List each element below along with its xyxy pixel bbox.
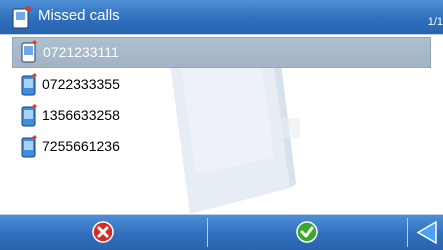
cancel-button[interactable] bbox=[0, 215, 207, 250]
phone-number: 0722333355 bbox=[42, 76, 120, 92]
list-item[interactable]: 1356633258 bbox=[12, 101, 431, 130]
title-bar: Missed calls 1/1 bbox=[0, 0, 443, 35]
missed-call-icon bbox=[21, 135, 37, 158]
phone-number: 0721233111 bbox=[43, 44, 119, 60]
phone-number: 7255661236 bbox=[42, 138, 120, 154]
missed-calls-screen: Missed calls 1/1 0721233111 0722333355 1… bbox=[0, 0, 443, 250]
missed-call-icon bbox=[21, 40, 37, 63]
checkmark-circle-icon bbox=[296, 221, 318, 243]
triangle-left-icon bbox=[416, 220, 437, 245]
bottom-toolbar bbox=[0, 214, 443, 250]
missed-call-icon bbox=[21, 73, 37, 96]
back-button[interactable] bbox=[408, 215, 443, 250]
x-circle-icon bbox=[92, 221, 114, 243]
phone-number: 1356633258 bbox=[42, 107, 120, 123]
missed-call-icon bbox=[21, 104, 37, 127]
list-item[interactable]: 7255661236 bbox=[12, 132, 431, 161]
page-indicator: 1/1 bbox=[427, 16, 443, 28]
ok-button[interactable] bbox=[208, 215, 407, 250]
missed-calls-list: 0721233111 0722333355 1356633258 7255661… bbox=[0, 36, 443, 163]
mobile-phone-icon bbox=[12, 6, 32, 29]
window-title: Missed calls bbox=[38, 7, 120, 24]
list-item[interactable]: 0721233111 bbox=[12, 37, 431, 68]
list-item[interactable]: 0722333355 bbox=[12, 70, 431, 99]
